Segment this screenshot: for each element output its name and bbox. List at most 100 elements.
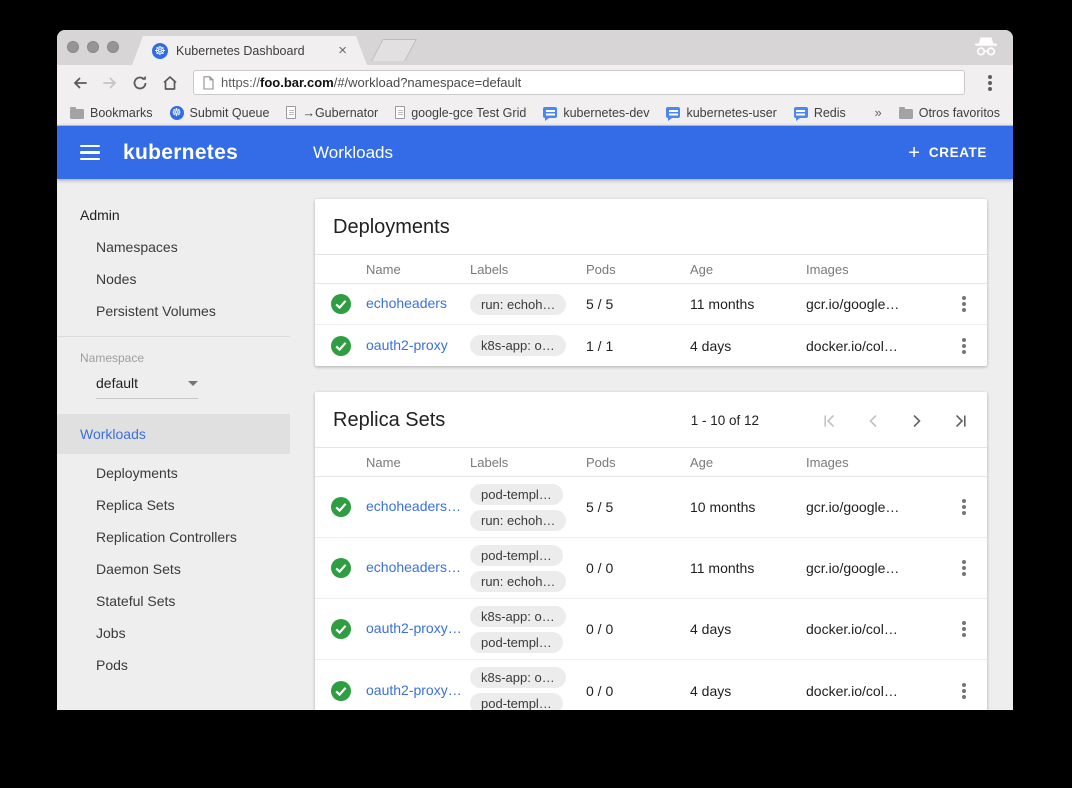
namespace-select[interactable]: default [96, 375, 198, 399]
table-header: Name Labels Pods Age Images [315, 447, 987, 477]
table-row: echoheaders… pod-templ…run: echoh… 5 / 5… [315, 477, 987, 538]
column-images: Images [806, 262, 941, 277]
images-cell: docker.io/col… [806, 683, 941, 699]
url-host: foo.bar.com [260, 75, 334, 90]
resource-name-link[interactable]: echoheaders… [366, 559, 461, 575]
last-page-icon[interactable] [953, 413, 969, 429]
tab-title: Kubernetes Dashboard [176, 44, 330, 58]
age-cell: 4 days [690, 338, 806, 354]
sidebar-item[interactable]: Jobs [57, 617, 290, 649]
label-chip: pod-templ… [470, 632, 563, 653]
browser-tab[interactable]: Kubernetes Dashboard × [132, 36, 367, 65]
images-cell: gcr.io/google… [806, 499, 941, 515]
resource-name-link[interactable]: oauth2-proxy… [366, 682, 462, 698]
table-row: echoheaders… pod-templ… run: echoh… 0 / 0… [315, 538, 987, 599]
window-close-button[interactable] [67, 41, 79, 53]
labels-cell: k8s-app: o…pod-templ… [470, 667, 586, 710]
pods-cell: 0 / 0 [586, 560, 690, 576]
sidebar-item[interactable]: Deployments [57, 457, 290, 489]
first-page-icon[interactable] [821, 413, 837, 429]
kubernetes-favicon-icon [152, 43, 168, 59]
images-cell: docker.io/col… [806, 621, 941, 637]
sidebar-item[interactable]: Stateful Sets [57, 585, 290, 617]
resource-name-link[interactable]: oauth2-proxy [366, 337, 448, 353]
reload-icon[interactable] [127, 70, 153, 96]
column-name: Name [366, 455, 470, 470]
home-icon[interactable] [157, 70, 183, 96]
bookmark-label: kubernetes-dev [563, 106, 649, 120]
column-labels: Labels [470, 262, 586, 277]
label-chip: run: echoh… [470, 571, 566, 592]
row-menu-icon[interactable] [962, 689, 966, 693]
column-images: Images [806, 455, 941, 470]
sidebar: Admin NamespacesNodesPersistent Volumes … [57, 179, 290, 710]
bookmark-item[interactable]: kubernetes-dev [543, 106, 649, 120]
sidebar-item[interactable]: Namespaces [57, 231, 290, 263]
row-menu-icon[interactable] [962, 505, 966, 509]
bookmark-item[interactable]: Bookmarks [70, 106, 153, 120]
back-icon[interactable] [67, 70, 93, 96]
traffic-lights [67, 41, 119, 53]
url-text: https://foo.bar.com/#/workload?namespace… [221, 75, 521, 90]
pods-cell: 5 / 5 [586, 296, 690, 312]
tab-close-icon[interactable]: × [338, 43, 347, 58]
resource-name-link[interactable]: echoheaders [366, 295, 447, 311]
sidebar-item[interactable]: Pods [57, 649, 290, 681]
create-button[interactable]: + CREATE [908, 143, 987, 163]
label-chip: k8s-app: o… [470, 606, 566, 627]
address-bar[interactable]: https://foo.bar.com/#/workload?namespace… [193, 70, 965, 95]
status-ok-icon [331, 294, 366, 314]
forward-icon[interactable] [97, 70, 123, 96]
deployments-title: Deployments [333, 216, 450, 239]
resource-name-link[interactable]: echoheaders… [366, 498, 461, 514]
sidebar-item[interactable]: Nodes [57, 263, 290, 295]
kubernetes-logo[interactable]: kubernetes [123, 141, 238, 165]
bookmarks-bar: Bookmarks Submit Queue →Gubernator googl… [57, 100, 1013, 126]
page-title: Workloads [313, 143, 393, 163]
bookmark-item[interactable]: kubernetes-user [666, 106, 776, 120]
sidebar-item-admin[interactable]: Admin [57, 199, 290, 231]
label-chip: k8s-app: o… [470, 335, 566, 356]
bookmark-item[interactable]: google-gce Test Grid [395, 106, 526, 120]
pods-cell: 0 / 0 [586, 621, 690, 637]
row-menu-icon[interactable] [962, 344, 966, 348]
bookmark-item[interactable]: →Gubernator [286, 106, 378, 120]
label-chip: pod-templ… [470, 545, 563, 566]
label-chip: k8s-app: o… [470, 667, 566, 688]
next-page-icon[interactable] [909, 413, 925, 429]
bookmark-item[interactable]: Redis [794, 106, 846, 120]
bookmark-label: Bookmarks [90, 106, 153, 120]
label-chip: pod-templ… [470, 484, 563, 505]
window-minimize-button[interactable] [87, 41, 99, 53]
folder-icon [70, 109, 84, 119]
sidebar-item-workloads[interactable]: Workloads [57, 414, 290, 454]
sidebar-item[interactable]: Persistent Volumes [57, 295, 290, 327]
namespace-value: default [96, 375, 138, 391]
status-ok-icon [331, 336, 366, 356]
sidebar-item[interactable]: Daemon Sets [57, 553, 290, 585]
bookmark-item[interactable]: Submit Queue [170, 106, 270, 120]
window-zoom-button[interactable] [107, 41, 119, 53]
new-tab-button[interactable] [371, 39, 417, 61]
age-cell: 4 days [690, 621, 806, 637]
row-menu-icon[interactable] [962, 302, 966, 306]
sidebar-item[interactable]: Replica Sets [57, 489, 290, 521]
browser-toolbar: https://foo.bar.com/#/workload?namespace… [57, 65, 1013, 100]
row-menu-icon[interactable] [962, 627, 966, 631]
column-name: Name [366, 262, 470, 277]
bookmark-label: Submit Queue [190, 106, 270, 120]
column-age: Age [690, 262, 806, 277]
hamburger-menu-icon[interactable] [80, 145, 100, 161]
bookmark-folder-otros[interactable]: Otros favoritos [899, 106, 1000, 120]
sidebar-item[interactable]: Replication Controllers [57, 521, 290, 553]
browser-menu-icon[interactable] [977, 70, 1003, 96]
app-header: kubernetes Workloads + CREATE [57, 126, 1013, 179]
column-age: Age [690, 455, 806, 470]
label-chip: run: echoh… [470, 510, 566, 531]
bookmarks-overflow-icon[interactable]: » [874, 105, 881, 120]
table-row: echoheaders run: echoh… 5 / 5 11 months … [315, 284, 987, 325]
row-menu-icon[interactable] [962, 566, 966, 570]
age-cell: 4 days [690, 683, 806, 699]
resource-name-link[interactable]: oauth2-proxy… [366, 620, 462, 636]
previous-page-icon[interactable] [865, 413, 881, 429]
